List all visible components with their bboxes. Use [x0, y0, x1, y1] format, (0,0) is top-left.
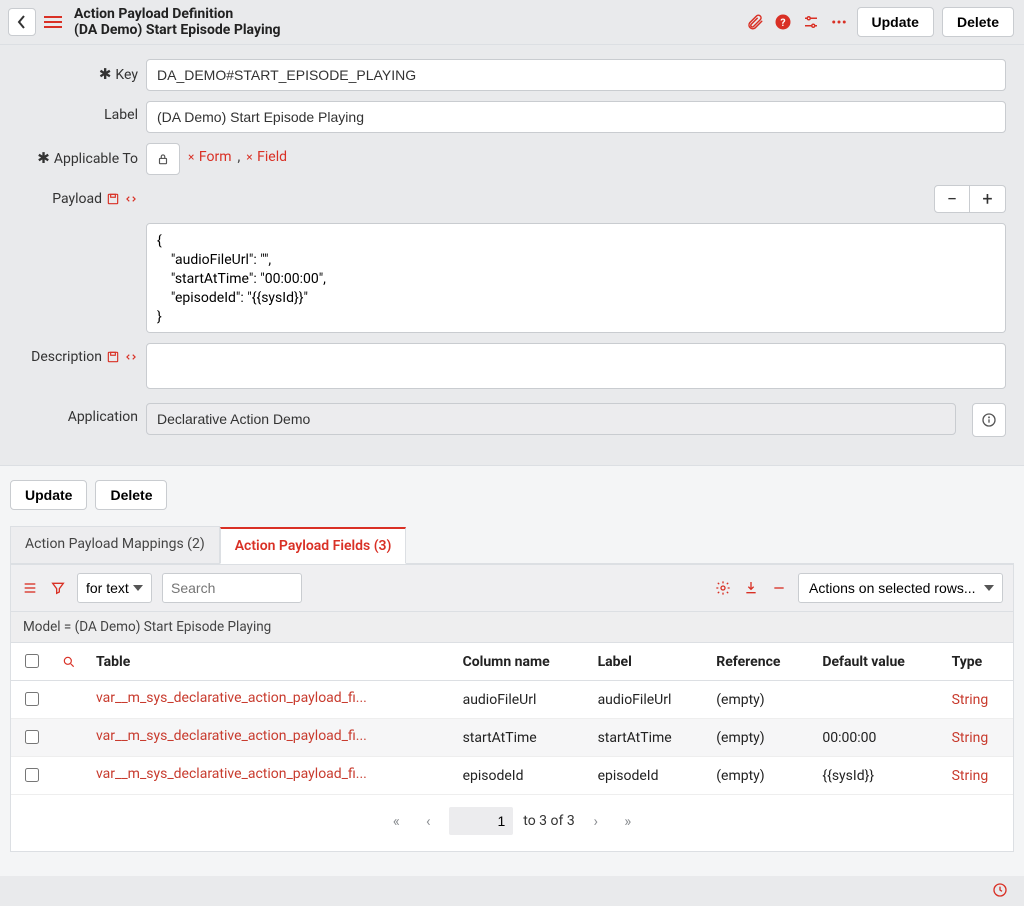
tab-mappings[interactable]: Action Payload Mappings (2) — [10, 526, 220, 563]
title-line1: Action Payload Definition — [74, 6, 281, 22]
col-column[interactable]: Column name — [453, 643, 588, 681]
form-area: ✱Key Label ✱Applicable To × Form , × Fie… — [0, 45, 1024, 465]
payload-textarea[interactable] — [146, 223, 1006, 333]
help-icon[interactable]: ? — [773, 12, 793, 32]
fields-table: Table Column name Label Reference Defaul… — [11, 643, 1013, 795]
list-menu-icon[interactable] — [21, 579, 39, 597]
settings-sliders-icon[interactable] — [801, 12, 821, 32]
label-input[interactable] — [146, 101, 1006, 133]
pager: « ‹ to 3 of 3 › » — [11, 795, 1013, 851]
filter-icon[interactable] — [49, 579, 67, 597]
key-label: ✱Key — [10, 59, 138, 84]
cell-column: startAtTime — [453, 719, 588, 757]
cell-type[interactable]: String — [952, 730, 989, 746]
more-icon[interactable] — [829, 12, 849, 32]
cell-default: {{sysId}} — [812, 757, 941, 795]
key-input[interactable] — [146, 59, 1006, 91]
table-row[interactable]: var__m_sys_declarative_action_payload_fi… — [11, 681, 1013, 719]
cell-default — [812, 681, 941, 719]
pill-field[interactable]: × Field — [246, 149, 287, 165]
save-icon[interactable] — [106, 192, 120, 206]
delete-button-header[interactable]: Delete — [942, 7, 1014, 37]
select-all-checkbox[interactable] — [25, 654, 39, 668]
cell-reference: (empty) — [706, 719, 812, 757]
cell-type[interactable]: String — [952, 692, 989, 708]
pager-next-icon[interactable]: › — [585, 812, 607, 830]
description-label: Description — [10, 343, 138, 365]
pager-prev-icon[interactable]: ‹ — [417, 812, 439, 830]
code-icon[interactable] — [124, 350, 138, 364]
pager-last-icon[interactable]: » — [617, 812, 639, 830]
tab-fields[interactable]: Action Payload Fields (3) — [220, 527, 407, 564]
applicable-to-values: × Form , × Field — [188, 143, 287, 165]
remove-icon[interactable] — [770, 579, 788, 597]
description-textarea[interactable] — [146, 343, 1006, 389]
cell-table[interactable]: var__m_sys_declarative_action_payload_fi… — [96, 690, 367, 706]
list-toolbar: for text Actions on selected rows... — [11, 565, 1013, 612]
search-column-icon[interactable] — [62, 655, 76, 669]
code-icon[interactable] — [124, 192, 138, 206]
pager-first-icon[interactable]: « — [385, 812, 407, 830]
footer — [0, 876, 1024, 906]
title-line2: (DA Demo) Start Episode Playing — [74, 22, 281, 38]
payload-label: Payload — [10, 185, 138, 207]
row-checkbox[interactable] — [25, 692, 39, 706]
cell-reference: (empty) — [706, 757, 812, 795]
cell-column: episodeId — [453, 757, 588, 795]
application-label: Application — [10, 403, 138, 425]
lock-icon[interactable] — [146, 143, 180, 175]
clock-icon[interactable] — [992, 882, 1010, 900]
update-button[interactable]: Update — [10, 480, 87, 510]
cell-label: episodeId — [588, 757, 707, 795]
cell-type[interactable]: String — [952, 768, 989, 784]
cell-label: startAtTime — [588, 719, 707, 757]
save-icon[interactable] — [106, 350, 120, 364]
row-actions-select[interactable]: Actions on selected rows... — [798, 573, 1003, 603]
col-type[interactable]: Type — [942, 643, 1013, 681]
col-label[interactable]: Label — [588, 643, 707, 681]
lower-section: Update Delete Action Payload Mappings (2… — [0, 465, 1024, 876]
cell-reference: (empty) — [706, 681, 812, 719]
header-bar: Action Payload Definition (DA Demo) Star… — [0, 0, 1024, 45]
tabs: Action Payload Mappings (2) Action Paylo… — [10, 526, 1014, 564]
page-title: Action Payload Definition (DA Demo) Star… — [74, 6, 281, 38]
menu-icon[interactable] — [44, 16, 62, 28]
applicable-to-label: ✱Applicable To — [10, 143, 138, 168]
list-panel: for text Actions on selected rows... Mod… — [10, 564, 1014, 852]
application-input — [146, 403, 956, 435]
update-button-header[interactable]: Update — [857, 7, 934, 37]
search-input[interactable] — [162, 573, 302, 603]
search-mode-select[interactable]: for text — [77, 573, 152, 603]
delete-button[interactable]: Delete — [95, 480, 167, 510]
export-icon[interactable] — [742, 579, 760, 597]
cell-table[interactable]: var__m_sys_declarative_action_payload_fi… — [96, 766, 367, 782]
gear-icon[interactable] — [714, 579, 732, 597]
attachment-icon[interactable] — [745, 12, 765, 32]
col-table[interactable]: Table — [86, 643, 453, 681]
pager-range: to 3 of 3 — [523, 813, 574, 829]
pill-form[interactable]: × Form — [188, 149, 232, 165]
table-row[interactable]: var__m_sys_declarative_action_payload_fi… — [11, 719, 1013, 757]
back-button[interactable] — [8, 8, 36, 36]
table-row[interactable]: var__m_sys_declarative_action_payload_fi… — [11, 757, 1013, 795]
row-checkbox[interactable] — [25, 768, 39, 782]
col-default[interactable]: Default value — [812, 643, 941, 681]
payload-plus-button[interactable]: + — [970, 185, 1006, 213]
cell-table[interactable]: var__m_sys_declarative_action_payload_fi… — [96, 728, 367, 744]
svg-text:?: ? — [780, 16, 785, 29]
cell-label: audioFileUrl — [588, 681, 707, 719]
label-label: Label — [10, 101, 138, 123]
cell-default: 00:00:00 — [812, 719, 941, 757]
cell-column: audioFileUrl — [453, 681, 588, 719]
row-checkbox[interactable] — [25, 730, 39, 744]
application-info-icon[interactable] — [972, 403, 1006, 437]
model-breadcrumb[interactable]: Model = (DA Demo) Start Episode Playing — [11, 612, 1013, 643]
col-reference[interactable]: Reference — [706, 643, 812, 681]
payload-minus-button[interactable]: − — [934, 185, 970, 213]
pager-page-input[interactable] — [449, 807, 513, 835]
